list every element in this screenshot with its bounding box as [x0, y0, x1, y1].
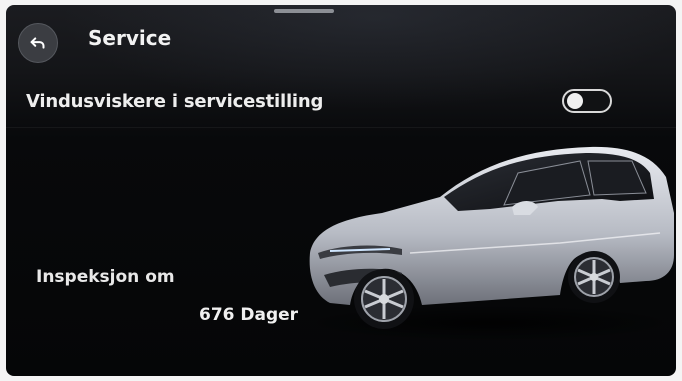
back-arrow-icon: [30, 37, 45, 49]
divider: [6, 127, 676, 128]
service-screen: Service Vindusviskere i servicestilling: [6, 5, 676, 376]
inspection-days-value: 676 Dager: [199, 305, 299, 325]
vehicle-illustration: [300, 146, 676, 341]
drag-handle[interactable]: [274, 9, 334, 13]
wiper-service-mode-label: Vindusviskere i servicestilling: [26, 91, 324, 112]
wiper-service-mode-toggle[interactable]: [562, 89, 612, 113]
toggle-knob: [567, 93, 583, 109]
page-title: Service: [88, 26, 172, 50]
inspection-label: Inspeksjon om: [36, 267, 175, 287]
back-button[interactable]: [18, 23, 58, 63]
